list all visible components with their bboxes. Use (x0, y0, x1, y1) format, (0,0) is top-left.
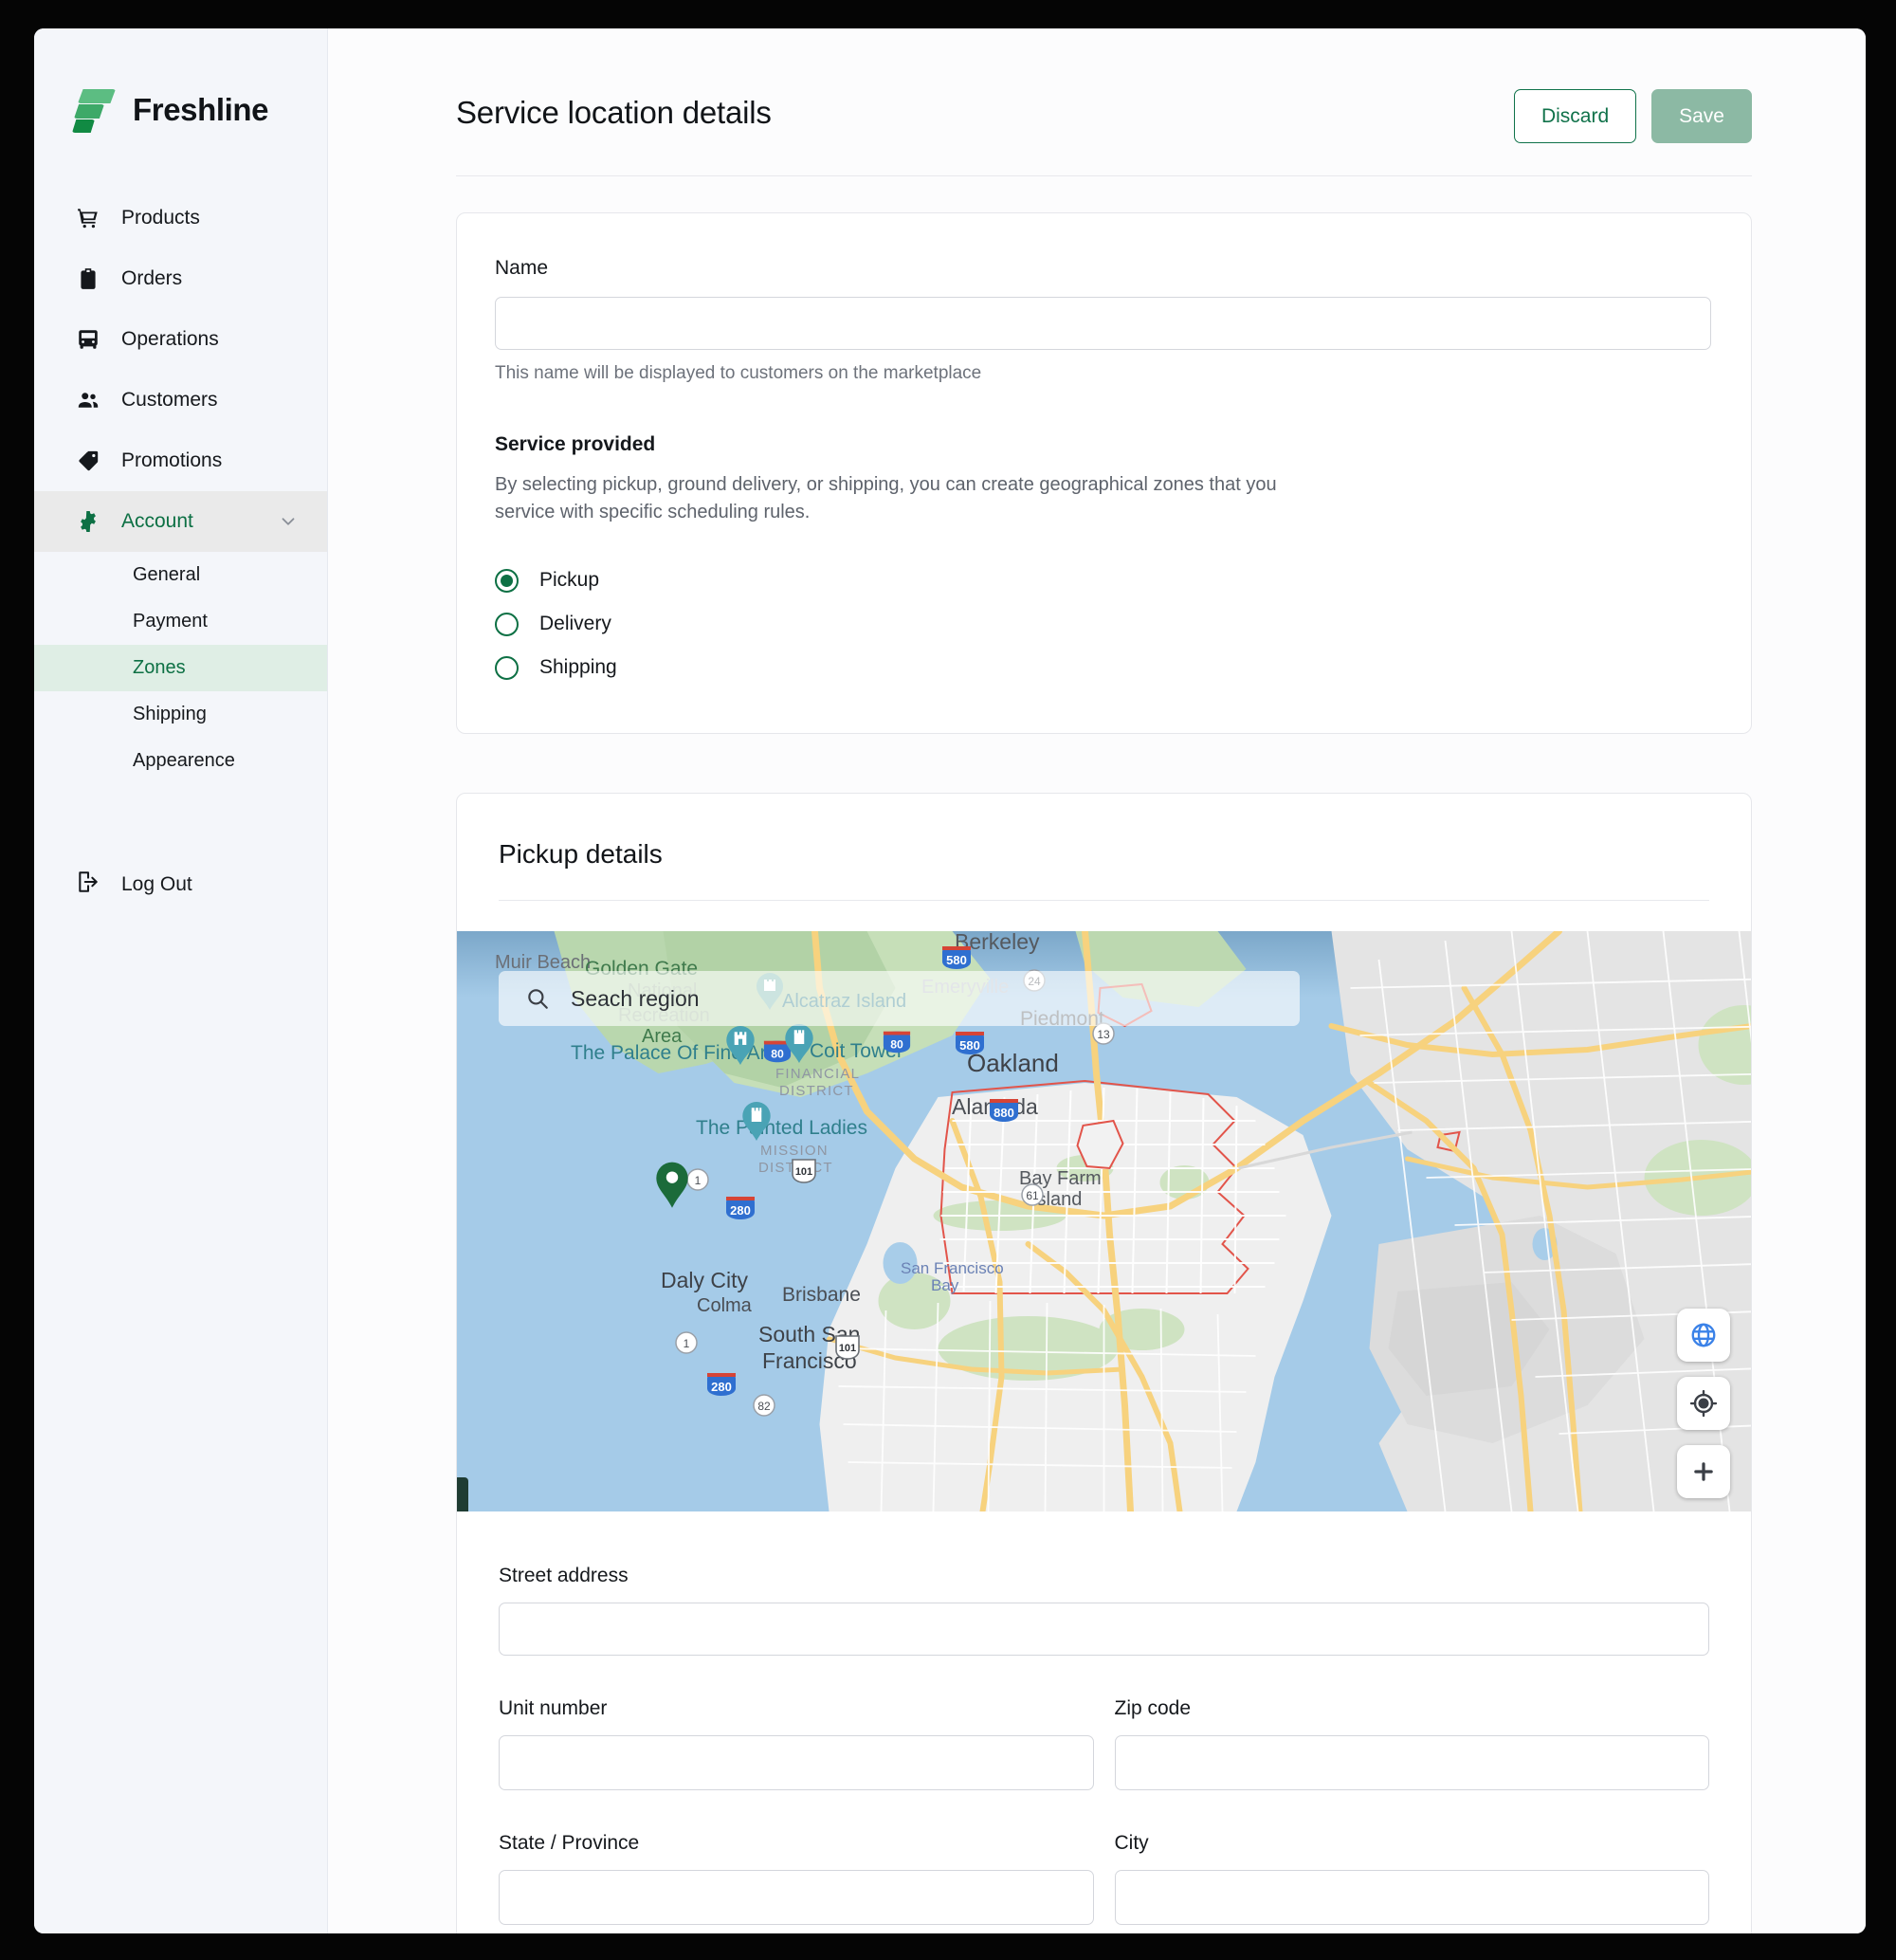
device-frame: Freshline Products Orders Operations Cus… (0, 0, 1896, 1960)
discard-button[interactable]: Discard (1513, 89, 1637, 143)
zoom-in-icon[interactable] (1677, 1445, 1730, 1498)
page-title: Service location details (456, 95, 772, 130)
sidebar-subitem-label: Appearence (133, 750, 235, 771)
pickup-divider (499, 900, 1709, 901)
city-label: City (1114, 1832, 1149, 1854)
sidebar: Freshline Products Orders Operations Cus… (34, 28, 328, 1933)
sidebar-subitem-label: Shipping (133, 704, 207, 724)
state-province-input[interactable] (499, 1870, 1094, 1925)
map-search-bar[interactable]: Seach region (499, 971, 1300, 1026)
sidebar-item-label: Customers (121, 389, 218, 411)
save-button[interactable]: Save (1651, 89, 1752, 143)
search-icon (525, 986, 550, 1011)
name-input[interactable] (495, 297, 1711, 350)
sidebar-item-customers[interactable]: Customers (34, 370, 327, 430)
brand-name: Freshline (133, 92, 269, 127)
header-divider (456, 175, 1752, 176)
zip-code-label: Zip code (1114, 1697, 1192, 1719)
shopping-cart-icon (76, 206, 100, 230)
map-container[interactable]: Muir Beach Golden Gate National Recreati… (457, 931, 1751, 1511)
radio-indicator (495, 568, 519, 593)
page-header: Service location details Discard Save (328, 28, 1866, 143)
service-location-card: Name This name will be displayed to cust… (456, 212, 1752, 734)
chevron-down-icon[interactable] (278, 511, 299, 532)
sidebar-subitem-appearence[interactable]: Appearence (34, 738, 327, 784)
freshline-logo-icon (72, 87, 118, 133)
map-controls (1677, 1309, 1730, 1498)
sidebar-subitem-zones[interactable]: Zones (34, 645, 327, 691)
unit-number-label: Unit number (499, 1697, 608, 1719)
street-address-label: Street address (499, 1565, 629, 1586)
sidebar-subitem-general[interactable]: General (34, 552, 327, 598)
name-hint: This name will be displayed to customers… (495, 363, 982, 383)
gear-icon (76, 509, 100, 534)
address-form: Street address Unit number Zip code Stat… (457, 1511, 1751, 1933)
header-actions: Discard Save (1513, 89, 1752, 143)
radio-indicator (495, 612, 519, 636)
name-label: Name (495, 257, 549, 279)
map-attribution-handle (457, 1477, 468, 1511)
state-province-label: State / Province (499, 1832, 640, 1854)
radio-label: Shipping (539, 656, 617, 678)
pickup-details-card: Pickup details Muir Beach Golden Gate Ar… (456, 793, 1752, 1933)
unit-number-group: Unit number (499, 1697, 1094, 1790)
sidebar-nav: Products Orders Operations Customers Pro… (34, 188, 327, 911)
service-provided-heading: Service provided (495, 433, 656, 455)
sidebar-subitem-shipping[interactable]: Shipping (34, 691, 327, 738)
state-province-group: State / Province (499, 1832, 1094, 1925)
unit-number-input[interactable] (499, 1735, 1094, 1790)
sidebar-item-operations[interactable]: Operations (34, 309, 327, 370)
sidebar-item-label: Orders (121, 267, 183, 289)
sidebar-item-promotions[interactable]: Promotions (34, 430, 327, 491)
radio-label: Delivery (539, 613, 611, 634)
globe-icon[interactable] (1677, 1309, 1730, 1362)
tag-icon (76, 449, 100, 473)
sidebar-item-label: Products (121, 207, 200, 229)
app-window: Freshline Products Orders Operations Cus… (34, 28, 1866, 1933)
pickup-details-title: Pickup details (499, 839, 663, 869)
locate-icon[interactable] (1677, 1377, 1730, 1430)
street-address-input[interactable] (499, 1603, 1709, 1656)
radio-option-shipping[interactable]: Shipping (495, 646, 1711, 689)
sidebar-item-label: Account (121, 510, 193, 532)
sidebar-item-account[interactable]: Account (34, 491, 327, 552)
radio-label: Pickup (539, 569, 600, 591)
sidebar-item-products[interactable]: Products (34, 188, 327, 248)
logout-icon (76, 870, 100, 900)
service-option-group: Pickup Delivery Shipping (495, 559, 1711, 689)
zip-code-input[interactable] (1114, 1735, 1709, 1790)
map-search-placeholder: Seach region (571, 985, 700, 1011)
sidebar-subitem-payment[interactable]: Payment (34, 598, 327, 645)
truck-icon (76, 327, 100, 352)
service-provided-description: By selecting pickup, ground delivery, or… (495, 474, 1277, 522)
sidebar-item-orders[interactable]: Orders (34, 248, 327, 309)
city-input[interactable] (1114, 1870, 1709, 1925)
logout-label: Log Out (121, 873, 192, 895)
radio-indicator (495, 655, 519, 680)
sidebar-item-label: Operations (121, 328, 219, 350)
clipboard-icon (76, 266, 100, 291)
brand-logo[interactable]: Freshline (34, 28, 327, 133)
radio-option-delivery[interactable]: Delivery (495, 602, 1711, 646)
sidebar-subitem-label: Zones (133, 657, 186, 678)
city-group: City (1114, 1832, 1709, 1925)
radio-option-pickup[interactable]: Pickup (495, 559, 1711, 602)
main-content: Service location details Discard Save Na… (328, 28, 1866, 1933)
zip-code-group: Zip code (1114, 1697, 1709, 1790)
logout-button[interactable]: Log Out (34, 858, 327, 911)
sidebar-subitem-label: General (133, 564, 201, 585)
sidebar-subitem-label: Payment (133, 611, 208, 632)
people-icon (76, 388, 100, 412)
sidebar-item-label: Promotions (121, 449, 223, 471)
